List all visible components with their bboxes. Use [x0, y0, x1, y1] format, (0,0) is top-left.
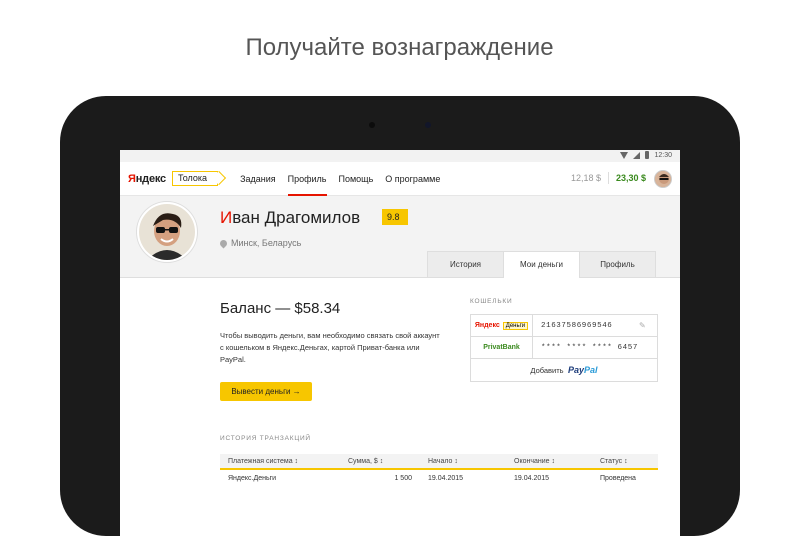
col-amount[interactable]: Сумма, $ ↕ [340, 454, 420, 470]
wallet-number: 21637586969546 [541, 321, 613, 330]
col-status[interactable]: Статус ↕ [592, 454, 658, 470]
yandex-money-logo: Яндекс Деньги [471, 314, 533, 337]
balance-divider [607, 172, 609, 184]
nav-profile[interactable]: Профиль [282, 162, 333, 196]
wallets-list: Яндекс Деньги 21637586969546 ✎ PrivatBank… [470, 314, 658, 382]
location-text: Минск, Беларусь [231, 238, 302, 248]
yandex-logo[interactable]: Яндекс [128, 173, 166, 185]
add-label: Добавить [530, 365, 564, 375]
cell-end: 19.04.2015 [514, 475, 550, 482]
card-number: **** **** **** 6457 [541, 343, 638, 352]
profile-header: Иван Драгомилов 9.8 Минск, Беларусь Исто… [120, 196, 680, 278]
profile-avatar [137, 202, 197, 262]
toloka-logo[interactable]: Толока [171, 171, 219, 186]
cell-system: Яндекс.Деньги [228, 475, 277, 482]
transactions-heading: ИСТОРИЯ ТРАНЗАКЦИЙ [220, 435, 311, 442]
tab-my-money[interactable]: Мои деньги [503, 251, 580, 278]
top-nav: Яндекс Толока Задания Профиль Помощь О п… [120, 162, 680, 196]
balance-summary: 12,18 $ 23,30 $ [571, 172, 646, 184]
balance-description: Чтобы выводить деньги, вам необходимо св… [220, 331, 440, 364]
nav-help[interactable]: Помощь [333, 162, 380, 196]
cell-status: Проведена [600, 475, 636, 482]
wallets-heading: КОШЕЛЬКИ [470, 298, 513, 305]
privatbank-logo: PrivatBank [471, 336, 533, 359]
paypal-logo: PayPal [568, 365, 598, 375]
page-headline: Получайте вознаграждение [245, 34, 554, 61]
tablet-camera [425, 122, 431, 128]
add-paypal-button[interactable]: Добавить PayPal [471, 359, 657, 381]
wallet-privatbank[interactable]: PrivatBank **** **** **** 6457 [471, 336, 657, 359]
signal-icon [633, 151, 641, 159]
nav-tasks[interactable]: Задания [234, 162, 282, 196]
nav-about[interactable]: О программе [379, 162, 446, 196]
tab-profile[interactable]: Профиль [579, 251, 656, 277]
wallet-yandex[interactable]: Яндекс Деньги 21637586969546 ✎ [471, 314, 657, 337]
user-avatar[interactable] [654, 170, 672, 188]
location-pin-icon [218, 238, 229, 248]
rating-badge: 9.8 [382, 209, 408, 225]
app-screen: 12:30 Яндекс Толока Задания Профиль Помо… [120, 150, 680, 536]
cell-amount: 1 500 [394, 475, 412, 482]
tablet-frame: 12:30 Яндекс Толока Задания Профиль Помо… [60, 96, 740, 536]
status-bar: 12:30 [120, 150, 680, 162]
withdraw-button[interactable]: Вывести деньги → [220, 382, 312, 401]
edit-icon[interactable]: ✎ [639, 321, 649, 330]
transactions-table: Платежная система ↕ Сумма, $ ↕ Начало ↕ … [220, 454, 658, 487]
available-balance: 23,30 $ [615, 173, 646, 183]
nav-links: Задания Профиль Помощь О программе [234, 162, 446, 196]
tablet-sensor [369, 122, 375, 128]
profile-tabs: История Мои деньги Профиль [427, 251, 656, 278]
col-payment-system[interactable]: Платежная система ↕ [220, 454, 340, 470]
money-section: Баланс — $58.34 Чтобы выводить деньги, в… [120, 278, 680, 504]
battery-icon [645, 151, 650, 159]
table-row: Яндекс.Деньги 1 500 19.04.2015 19.04.201… [220, 469, 658, 487]
col-end[interactable]: Окончание ↕ [506, 454, 592, 470]
tab-history[interactable]: История [427, 251, 504, 277]
wifi-icon [620, 151, 629, 159]
clock: 12:30 [654, 151, 672, 159]
balance-title: Баланс — $58.34 [220, 300, 341, 317]
col-start[interactable]: Начало ↕ [420, 454, 506, 470]
profile-location: Минск, Беларусь [218, 238, 302, 248]
profile-name: Иван Драгомилов [220, 208, 361, 227]
pending-balance: 12,18 $ [570, 173, 601, 183]
cell-start: 19.04.2015 [428, 475, 464, 482]
